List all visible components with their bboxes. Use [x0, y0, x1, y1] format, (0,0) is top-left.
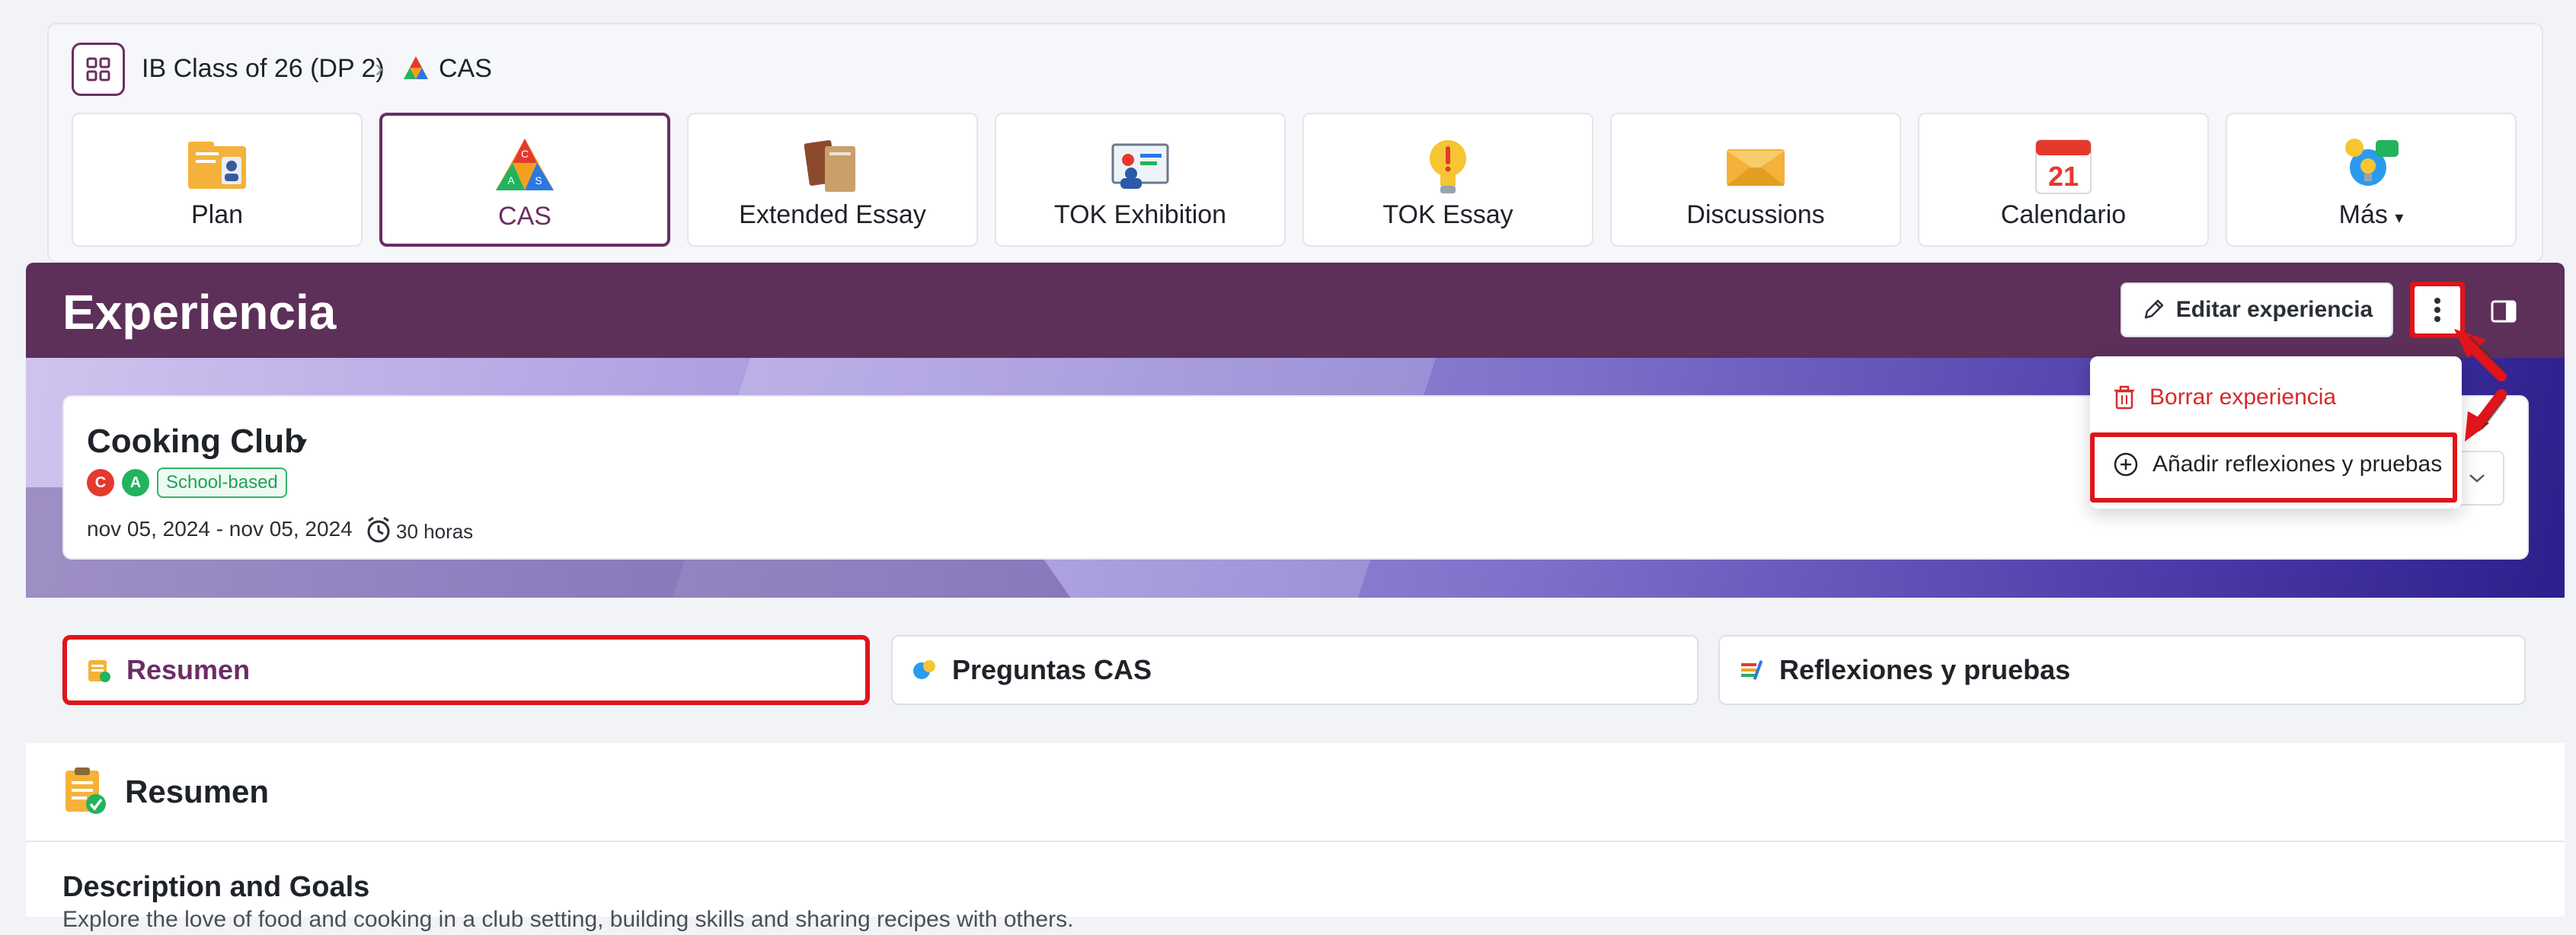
- tile-discussions[interactable]: Discussions: [1610, 113, 1901, 247]
- experience-dates: nov 05, 2024 - nov 05, 2024: [87, 517, 353, 541]
- divider: [26, 841, 2565, 842]
- summary-panel: [26, 743, 2565, 917]
- calendar-day: 21: [2048, 161, 2079, 192]
- tile-calendario-label: Calendario: [2000, 200, 2127, 229]
- tile-discussions-label: Discussions: [1686, 200, 1825, 229]
- alarm-clock-icon: [367, 516, 390, 543]
- highlight-box-add: [2090, 432, 2457, 503]
- cas-triangle-icon: C A S: [496, 139, 554, 190]
- envelope-icon: [1727, 149, 1785, 186]
- toggle-panel-button[interactable]: [2485, 294, 2523, 329]
- status-badge: School-based: [157, 468, 287, 498]
- tile-tok-exhibition-label: TOK Exhibition: [1053, 200, 1227, 229]
- tile-plan[interactable]: Plan: [72, 113, 363, 247]
- books-icon: [804, 140, 855, 192]
- tab-reflexiones-label: Reflexiones y pruebas: [1779, 654, 2071, 685]
- tab-resumen[interactable]: Resumen: [62, 635, 870, 705]
- badge-creativity: C: [87, 469, 114, 496]
- tab-preguntas-cas[interactable]: Preguntas CAS: [891, 635, 1699, 705]
- tile-tok-essay[interactable]: TOK Essay: [1302, 113, 1593, 247]
- tab-preguntas-label: Preguntas CAS: [952, 654, 1152, 685]
- chevron-down-icon: [2469, 474, 2485, 483]
- delete-experience-label: Borrar experiencia: [2149, 385, 2337, 410]
- question-bubble-icon: [913, 660, 935, 679]
- breadcrumb-current[interactable]: CAS: [439, 49, 492, 88]
- grid-icon: [86, 57, 110, 81]
- lightbulb-icon: [1430, 140, 1466, 193]
- breadcrumb-course[interactable]: IB Class of 26 (DP 2): [142, 49, 385, 88]
- pencil-icon: [2144, 299, 2164, 319]
- tile-mas[interactable]: Más ▾: [2226, 113, 2517, 247]
- cas-small-icon: [404, 56, 428, 79]
- apps-grid-button[interactable]: [72, 43, 125, 96]
- tile-tok-exhibition[interactable]: TOK Exhibition: [995, 113, 1286, 247]
- experience-title[interactable]: Cooking Club: [87, 419, 305, 464]
- tile-extended-essay[interactable]: Extended Essay: [687, 113, 978, 247]
- page-title: Experiencia: [62, 285, 337, 340]
- tile-extended-essay-label: Extended Essay: [739, 200, 926, 229]
- tile-plan-label: Plan: [190, 200, 244, 229]
- breadcrumb-separator: ›: [375, 54, 384, 83]
- tile-tok-essay-label: TOK Essay: [1382, 200, 1513, 229]
- section-text: Explore the love of food and cooking in …: [62, 907, 1074, 932]
- trash-icon: [2114, 385, 2134, 410]
- svg-text:C: C: [521, 148, 529, 160]
- chevron-down-icon: ▾: [2395, 208, 2404, 227]
- notes-icon: [1741, 660, 1763, 680]
- exhibition-board-icon: [1111, 143, 1169, 189]
- badge-activity: A: [122, 469, 149, 496]
- edit-experience-button[interactable]: Editar experiencia: [2121, 282, 2393, 337]
- highlight-box-kebab: [2410, 282, 2465, 338]
- tile-cas[interactable]: C A S CAS: [379, 113, 670, 247]
- edit-experience-label: Editar experiencia: [2175, 297, 2373, 322]
- tile-cas-label: CAS: [498, 202, 551, 231]
- clipboard-check-icon: [66, 767, 106, 814]
- tile-calendario[interactable]: 21 Calendario: [1918, 113, 2209, 247]
- side-panel-icon: [2491, 300, 2517, 323]
- plan-folder-icon: [188, 142, 246, 189]
- calendar-icon: 21: [2035, 139, 2092, 194]
- summary-title: Resumen: [125, 774, 270, 809]
- tab-resumen-label: Resumen: [126, 654, 251, 685]
- svg-text:A: A: [507, 174, 515, 187]
- tile-mas-label: Más ▾: [2338, 200, 2404, 229]
- chevron-down-icon[interactable]: ▾: [297, 431, 307, 455]
- more-apps-icon: [2345, 139, 2399, 186]
- tab-reflexiones[interactable]: Reflexiones y pruebas: [1718, 635, 2526, 705]
- section-title: Description and Goals: [62, 871, 370, 903]
- delete-experience-item[interactable]: Borrar experiencia: [2113, 382, 2336, 413]
- clipboard-icon: [88, 660, 110, 682]
- svg-text:S: S: [535, 174, 542, 187]
- experience-hours: 30 horas: [396, 520, 474, 543]
